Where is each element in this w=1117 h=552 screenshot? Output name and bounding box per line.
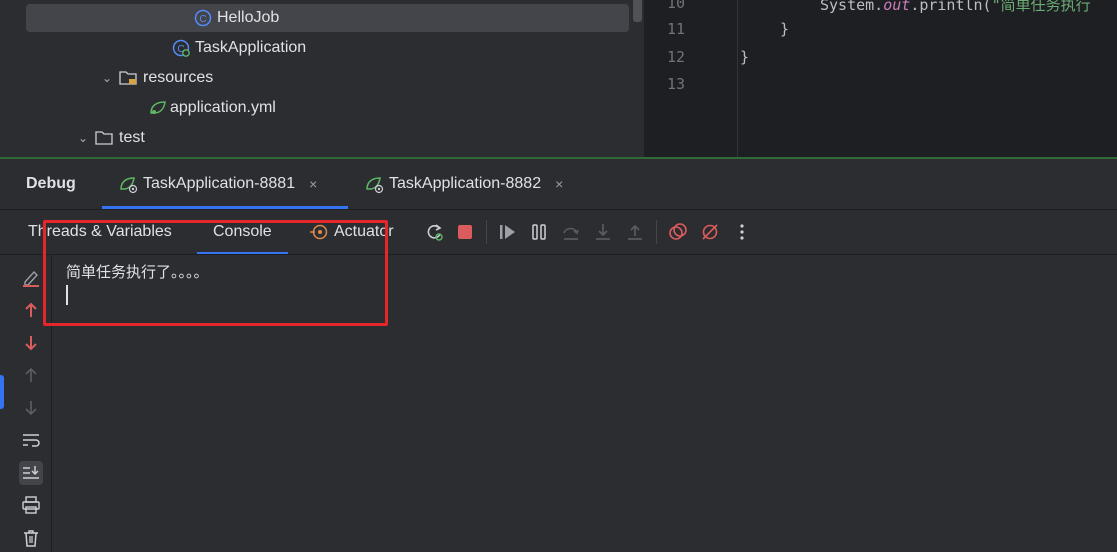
- resume-icon[interactable]: [495, 220, 519, 244]
- view-breakpoints-icon[interactable]: [666, 220, 690, 244]
- highlight-box: [43, 220, 388, 326]
- debug-tab-bar: Debug TaskApplication-8881 × TaskApplica…: [0, 159, 1117, 210]
- tree-item-label: TaskApplication: [195, 39, 307, 56]
- resources-folder-icon: [118, 69, 138, 87]
- tree-item-label: HelloJob: [217, 9, 280, 26]
- soft-wrap-icon[interactable]: [19, 428, 43, 452]
- tree-item-test[interactable]: ⌄ test: [76, 124, 145, 152]
- tab-label: TaskApplication-8881: [143, 175, 296, 192]
- more-options-icon[interactable]: [730, 220, 754, 244]
- line-gutter: 10 11 12 13: [645, 0, 738, 157]
- step-into-icon[interactable]: [591, 220, 615, 244]
- tree-scrollbar[interactable]: [633, 0, 642, 22]
- arrow-up-icon[interactable]: [19, 298, 43, 322]
- arrow-down-icon[interactable]: [19, 331, 43, 355]
- tree-item-application-yml[interactable]: application.yml: [148, 94, 276, 122]
- spring-run-icon: [364, 174, 384, 194]
- debug-title: Debug: [26, 175, 76, 192]
- scroll-to-end-icon[interactable]: [19, 461, 43, 485]
- spring-yml-icon: [148, 99, 168, 117]
- tab-taskapplication-8881[interactable]: TaskApplication-8881 ×: [102, 159, 348, 209]
- step-out-icon[interactable]: [623, 220, 647, 244]
- code-line-12: }: [740, 48, 750, 66]
- code-line-11: }: [780, 20, 790, 38]
- down-icon[interactable]: [19, 396, 43, 420]
- close-icon[interactable]: ×: [309, 176, 317, 192]
- print-icon[interactable]: [19, 493, 43, 517]
- mute-breakpoints-icon[interactable]: [698, 220, 722, 244]
- up-icon[interactable]: [19, 363, 43, 387]
- tab-taskapplication-8882[interactable]: TaskApplication-8882 ×: [364, 159, 563, 209]
- code-line-10: System.out.println("简单任务执行: [820, 0, 1091, 14]
- toolbar-separator: [656, 220, 657, 244]
- tree-item-taskapplication[interactable]: C TaskApplication: [172, 34, 306, 62]
- tree-item-label: resources: [143, 69, 214, 86]
- project-tree: C HelloJob C TaskApplication ⌄ resources…: [0, 0, 645, 157]
- clear-highlight-icon[interactable]: [19, 266, 43, 290]
- chevron-down-icon[interactable]: ⌄: [100, 71, 114, 85]
- tree-item-label: test: [119, 129, 145, 146]
- line-number: 11: [666, 20, 685, 38]
- close-icon[interactable]: ×: [555, 176, 563, 192]
- spring-run-icon: [118, 174, 138, 194]
- active-tool-indicator: [0, 375, 4, 409]
- chevron-down-icon[interactable]: ⌄: [76, 131, 90, 145]
- line-number: 10: [666, 0, 685, 12]
- folder-icon: [94, 129, 114, 147]
- trash-icon[interactable]: [19, 526, 43, 550]
- rerun-icon[interactable]: [422, 220, 446, 244]
- tab-label: TaskApplication-8882: [389, 175, 542, 192]
- tree-item-hellojob[interactable]: C HelloJob: [26, 4, 629, 32]
- toolbar-separator: [486, 220, 487, 244]
- class-icon: C: [194, 9, 212, 27]
- line-number: 13: [666, 75, 685, 93]
- step-over-icon[interactable]: [559, 220, 583, 244]
- line-number: 12: [666, 48, 685, 66]
- pause-icon[interactable]: [527, 220, 551, 244]
- svg-text:C: C: [199, 14, 206, 25]
- spring-boot-class-icon: C: [172, 39, 190, 57]
- tree-item-resources[interactable]: ⌄ resources: [100, 64, 213, 92]
- stop-icon[interactable]: [453, 220, 477, 244]
- tree-item-label: application.yml: [170, 99, 276, 116]
- code-editor[interactable]: 10 11 12 13 System.out.println("简单任务执行 }…: [645, 0, 1117, 157]
